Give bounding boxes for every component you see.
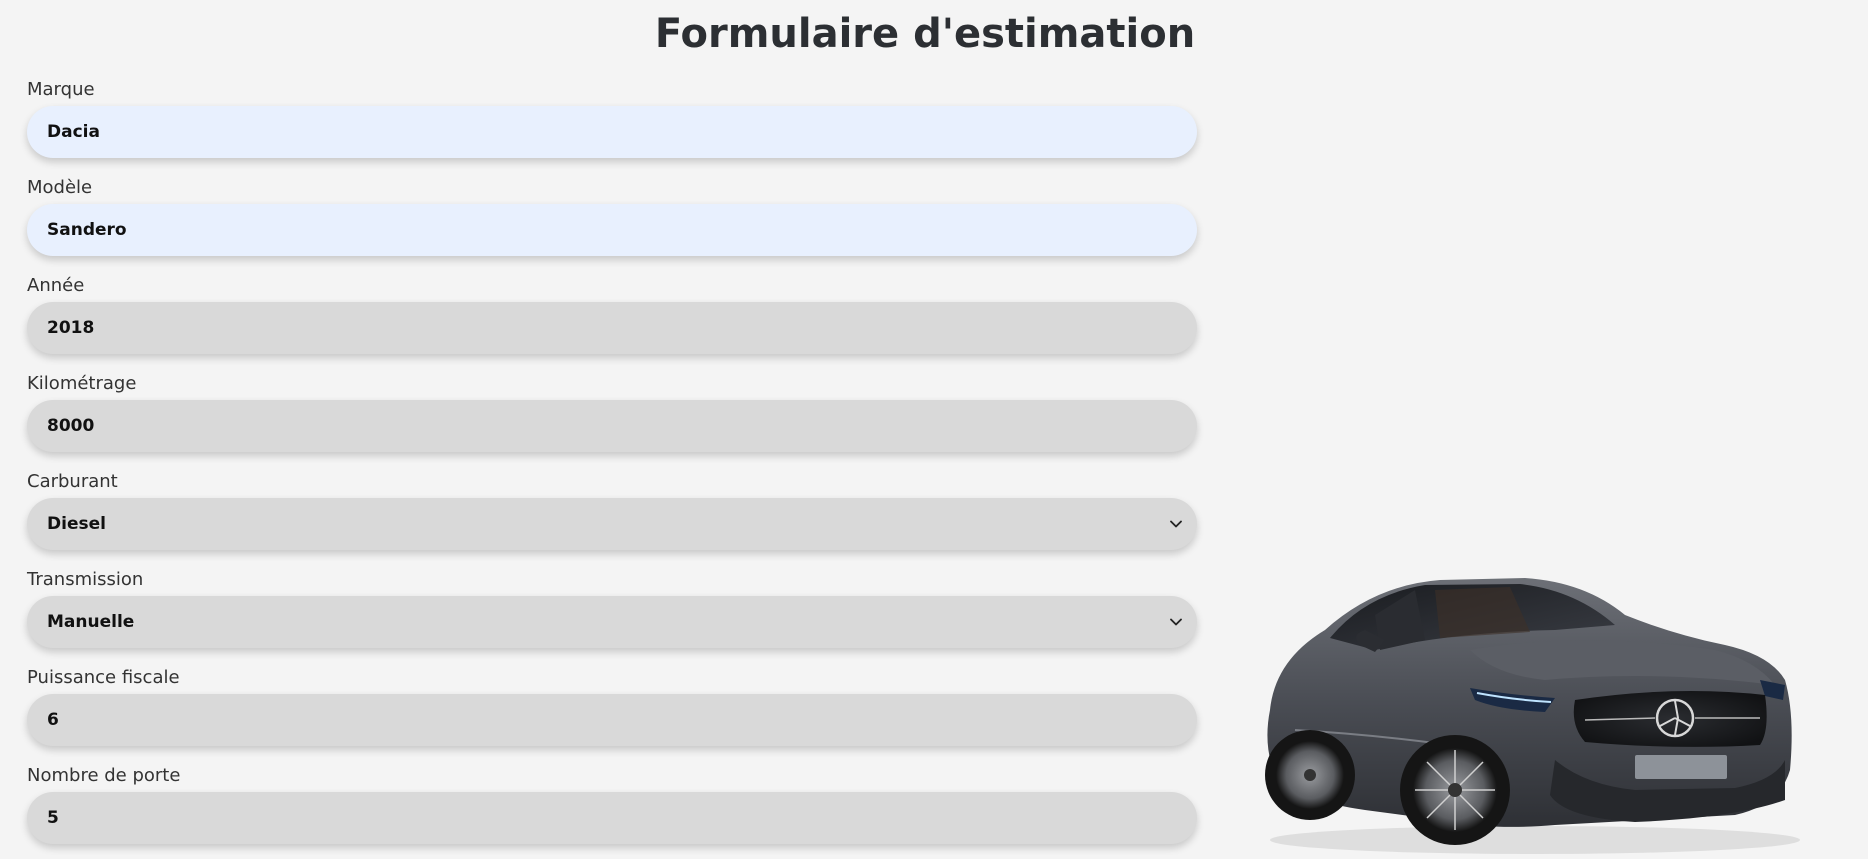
modele-input[interactable]: [47, 220, 1177, 240]
field-puissance-fiscale: Puissance fiscale: [27, 663, 1197, 761]
kilometrage-input-wrapper: [27, 400, 1197, 452]
modele-input-wrapper: [27, 204, 1197, 256]
kilometrage-input[interactable]: [47, 416, 1177, 436]
modele-label: Modèle: [27, 177, 93, 198]
field-modele: Modèle: [27, 173, 1197, 271]
puissance-fiscale-input-wrapper: [27, 694, 1197, 746]
annee-input[interactable]: [47, 318, 1177, 338]
estimation-form: Marque Modèle Année Kilométrage Carburan: [27, 75, 1197, 859]
nombre-de-porte-label: Nombre de porte: [27, 765, 181, 786]
field-kilometrage: Kilométrage: [27, 369, 1197, 467]
carburant-select[interactable]: Diesel: [27, 498, 1197, 550]
chevron-down-icon: [1169, 615, 1183, 629]
page-title: Formulaire d'estimation: [654, 11, 1196, 57]
chevron-down-icon: [1169, 517, 1183, 531]
puissance-fiscale-input[interactable]: [47, 710, 1177, 730]
transmission-label: Transmission: [27, 569, 144, 590]
field-transmission: Transmission Manuelle: [27, 565, 1197, 663]
carburant-label: Carburant: [27, 471, 118, 492]
marque-input-wrapper: [27, 106, 1197, 158]
transmission-select[interactable]: Manuelle: [27, 596, 1197, 648]
field-marque: Marque: [27, 75, 1197, 173]
marque-input[interactable]: [47, 122, 1177, 142]
estimation-page: Formulaire d'estimation Marque Modèle An…: [0, 0, 1868, 859]
kilometrage-label: Kilométrage: [27, 373, 137, 394]
field-carburant: Carburant Diesel: [27, 467, 1197, 565]
field-nombre-de-porte: Nombre de porte: [27, 761, 1197, 859]
annee-input-wrapper: [27, 302, 1197, 354]
nombre-de-porte-input[interactable]: [47, 808, 1177, 828]
nombre-de-porte-input-wrapper: [27, 792, 1197, 844]
carburant-selected-value: Diesel: [47, 514, 106, 534]
marque-label: Marque: [27, 79, 95, 100]
field-annee: Année: [27, 271, 1197, 369]
car-image: [1265, 578, 1800, 854]
transmission-selected-value: Manuelle: [47, 612, 135, 632]
puissance-fiscale-label: Puissance fiscale: [27, 667, 180, 688]
annee-label: Année: [27, 275, 85, 296]
